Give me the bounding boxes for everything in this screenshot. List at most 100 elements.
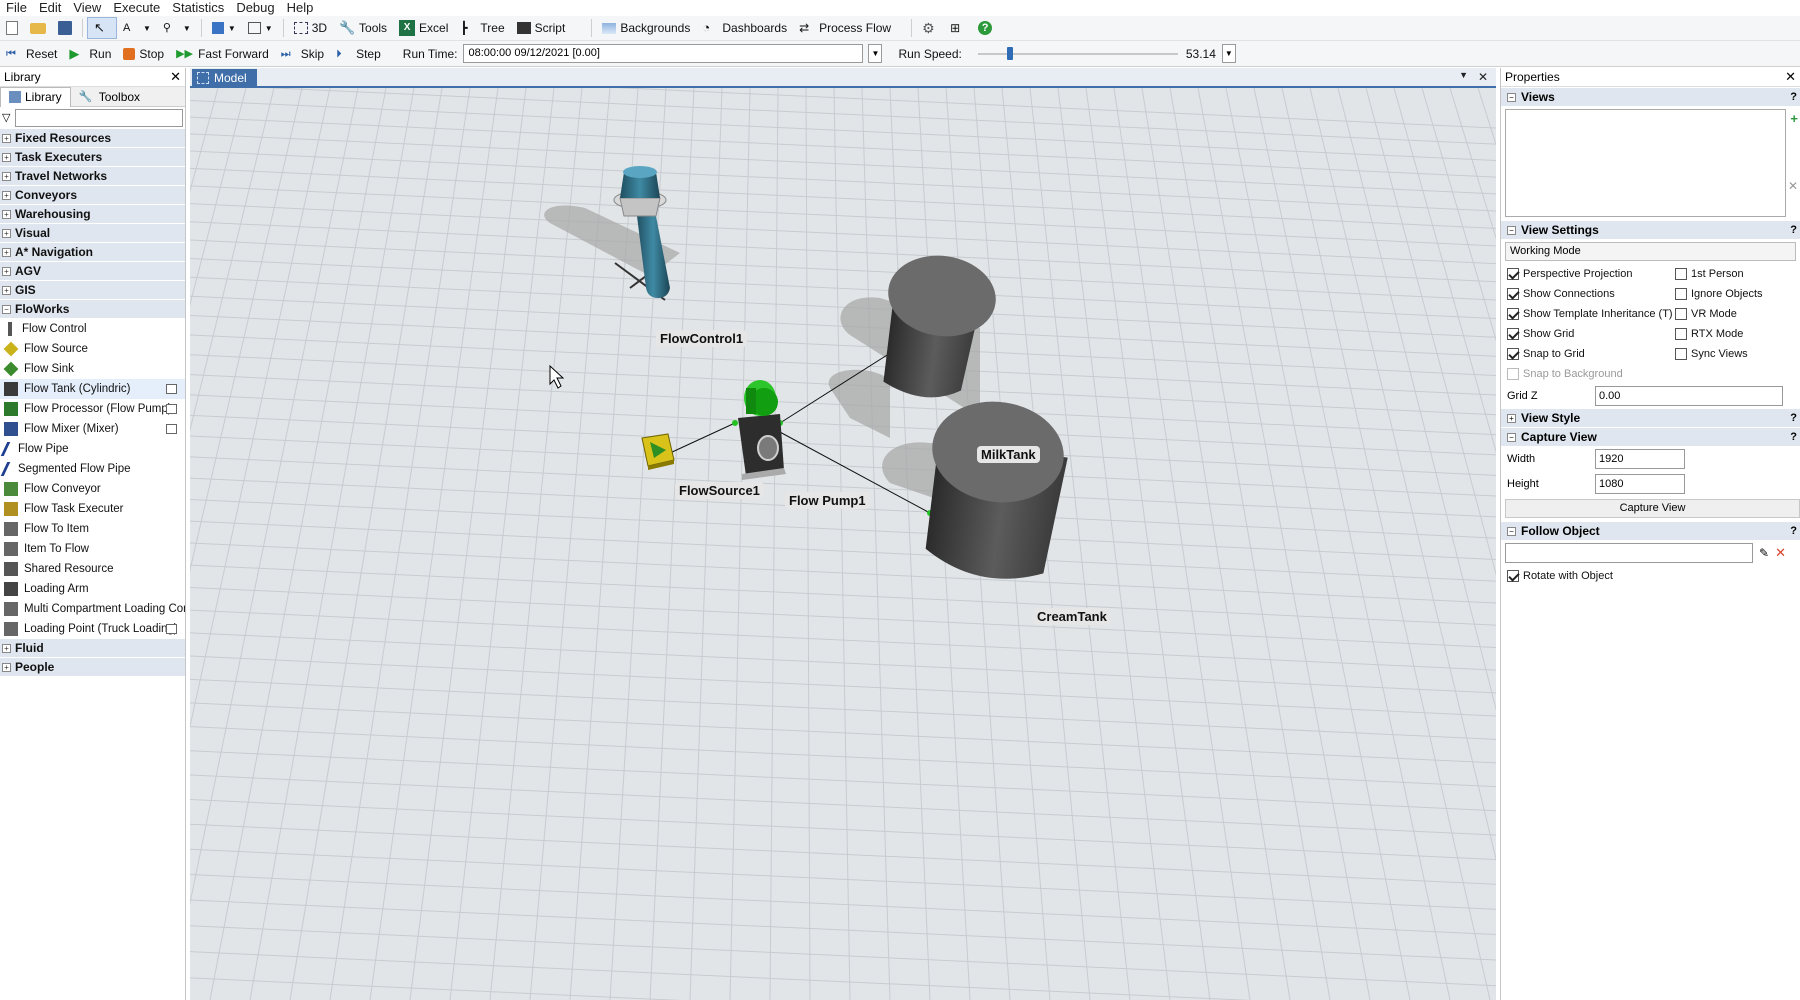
working-mode-select[interactable]: Working Mode	[1505, 242, 1796, 261]
select-mode-button[interactable]: ↖	[87, 17, 117, 39]
run-time-field[interactable]: 08:00:00 09/12/2021 [0.00]	[463, 44, 864, 63]
checkbox-box[interactable]	[1675, 308, 1687, 320]
fast-forward-button[interactable]: ▶▶ Fast Forward	[170, 43, 275, 65]
section-views[interactable]: − Views?	[1501, 87, 1800, 106]
help-icon[interactable]: ?	[1790, 412, 1797, 424]
menu-execute[interactable]: Execute	[107, 0, 166, 16]
layout-button[interactable]: ▼	[206, 17, 242, 39]
eyedropper-icon[interactable]: ✎	[1759, 546, 1769, 560]
window-icon[interactable]	[166, 384, 177, 394]
help-icon[interactable]: ?	[1790, 224, 1797, 236]
view-options-button[interactable]: ▼	[242, 17, 279, 39]
category-people[interactable]: + People	[0, 658, 185, 677]
library-item-flow-tank-cylindric[interactable]: Flow Tank (Cylindric)	[0, 379, 185, 399]
checkbox-box[interactable]	[1507, 288, 1519, 300]
checkbox-box[interactable]	[1675, 268, 1687, 280]
library-item-flow-source[interactable]: Flow Source	[0, 339, 185, 359]
library-item-multi-compartment-loading-contro[interactable]: Multi Compartment Loading Contro	[0, 599, 185, 619]
checkbox-box[interactable]	[1507, 308, 1519, 320]
expand-icon[interactable]: +	[2, 247, 11, 257]
category-travel-networks[interactable]: + Travel Networks	[0, 167, 185, 186]
close-icon[interactable]: ✕	[1785, 69, 1796, 85]
checkbox-rtx-mode[interactable]: RTX Mode	[1675, 324, 1785, 344]
category-fluid[interactable]: + Fluid	[0, 639, 185, 658]
category-fixed-resources[interactable]: + Fixed Resources	[0, 129, 185, 148]
tools-button[interactable]: 🔧 Tools	[333, 17, 393, 39]
settings-button[interactable]: ⚙	[916, 17, 944, 39]
category-a-navigation[interactable]: + A* Navigation	[0, 243, 185, 262]
tree-navigator-button[interactable]: ⊞	[944, 17, 972, 39]
library-item-flow-mixer-mixer[interactable]: Flow Mixer (Mixer)	[0, 419, 185, 439]
checkbox-box[interactable]	[1675, 288, 1687, 300]
skip-button[interactable]: ⏭ Skip	[275, 43, 330, 65]
library-search-input[interactable]	[15, 109, 183, 127]
height-field[interactable]: 1080	[1595, 473, 1685, 494]
remove-view-icon[interactable]: ✕	[1788, 179, 1798, 193]
category-visual[interactable]: + Visual	[0, 224, 185, 243]
expand-icon[interactable]: +	[2, 190, 11, 200]
grid-z-field[interactable]: 0.00	[1595, 386, 1783, 406]
process-flow-button[interactable]: ⇄ Process Flow	[793, 17, 897, 39]
group-button[interactable]: ⚲ ▼	[157, 17, 197, 39]
checkbox-box[interactable]	[1507, 268, 1519, 280]
checkbox-vr-mode[interactable]: VR Mode	[1675, 304, 1785, 324]
window-icon[interactable]	[166, 404, 177, 414]
expand-icon[interactable]: +	[2, 133, 11, 143]
checkbox-show-grid[interactable]: Show Grid	[1507, 324, 1675, 344]
checkbox-box[interactable]	[1675, 348, 1687, 360]
category-agv[interactable]: + AGV	[0, 262, 185, 281]
connect-mode-button[interactable]: A ▼	[117, 17, 157, 39]
category-task-executers[interactable]: + Task Executers	[0, 148, 185, 167]
close-view-icon[interactable]: ✕	[1478, 70, 1488, 84]
rotate-with-object-checkbox[interactable]: Rotate with Object	[1501, 566, 1800, 586]
help-icon[interactable]: ?	[1790, 91, 1797, 103]
views-list[interactable]	[1505, 109, 1786, 217]
new-file-button[interactable]	[0, 17, 24, 39]
category-warehousing[interactable]: + Warehousing	[0, 205, 185, 224]
expand-icon[interactable]: +	[2, 643, 11, 653]
run-time-dropdown[interactable]: ▼	[868, 44, 883, 63]
menu-debug[interactable]: Debug	[230, 0, 280, 16]
collapse-icon[interactable]: −	[1507, 526, 1516, 536]
collapse-icon[interactable]: −	[1507, 92, 1516, 102]
script-button[interactable]: Script	[511, 17, 572, 39]
reset-button[interactable]: ⏮ Reset	[0, 43, 63, 65]
library-item-item-to-flow[interactable]: Item To Flow	[0, 539, 185, 559]
tab-library[interactable]: Library	[0, 86, 71, 107]
collapse-icon[interactable]: −	[2, 304, 11, 314]
library-item-flow-control[interactable]: Flow Control	[0, 319, 185, 339]
follow-object-field[interactable]	[1505, 543, 1753, 563]
library-item-flow-processor-flow-pump[interactable]: Flow Processor (Flow Pump)	[0, 399, 185, 419]
help-icon[interactable]: ?	[1790, 431, 1797, 443]
help-button[interactable]: ?	[972, 17, 998, 39]
tree-button[interactable]: ┣ Tree	[454, 17, 510, 39]
run-button[interactable]: ▶ Run	[63, 43, 117, 65]
clear-icon[interactable]: ✕	[1775, 545, 1786, 561]
checkbox-perspective-projection[interactable]: Perspective Projection	[1507, 264, 1675, 284]
add-view-icon[interactable]: +	[1790, 111, 1798, 126]
menu-edit[interactable]: Edit	[33, 0, 67, 16]
step-button[interactable]: ⏵ Step	[330, 43, 387, 65]
width-field[interactable]: 1920	[1595, 448, 1685, 469]
category-floworks[interactable]: − FloWorks	[0, 300, 185, 319]
checkbox-box[interactable]	[1507, 570, 1519, 582]
dashboards-button[interactable]: ◔ Dashboards	[696, 17, 793, 39]
checkbox-snap-to-grid[interactable]: Snap to Grid	[1507, 344, 1675, 364]
expand-icon[interactable]: +	[2, 152, 11, 162]
section-view-settings[interactable]: − View Settings?	[1501, 220, 1800, 239]
checkbox-1st-person[interactable]: 1st Person	[1675, 264, 1785, 284]
checkbox-show-template-inheritance-t[interactable]: Show Template Inheritance (T)	[1507, 304, 1675, 324]
library-item-shared-resource[interactable]: Shared Resource	[0, 559, 185, 579]
checkbox-box[interactable]	[1507, 348, 1519, 360]
expand-icon[interactable]: +	[2, 266, 11, 276]
expand-icon[interactable]: +	[2, 228, 11, 238]
capture-view-button[interactable]: Capture View	[1505, 499, 1800, 518]
model-view[interactable]: Model ▼ ✕ FlowControl1 FlowSource1 Flow …	[190, 68, 1496, 1000]
library-item-loading-point-truck-loading[interactable]: Loading Point (Truck Loading)	[0, 619, 185, 639]
checkbox-box[interactable]	[1675, 328, 1687, 340]
collapse-icon[interactable]: −	[1507, 225, 1516, 235]
run-speed-slider[interactable]	[977, 44, 1178, 63]
help-icon[interactable]: ?	[1790, 525, 1797, 537]
tab-toolbox[interactable]: 🔧 Toolbox	[71, 87, 148, 107]
checkbox-sync-views[interactable]: Sync Views	[1675, 344, 1785, 364]
